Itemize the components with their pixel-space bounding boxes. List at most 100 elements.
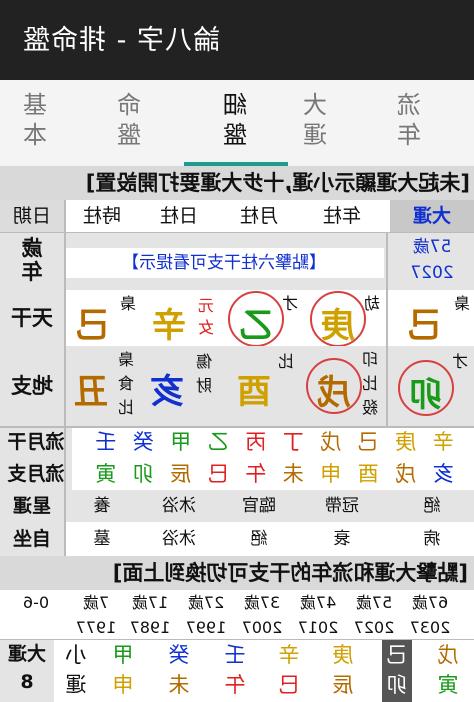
day-stem[interactable]: 元 女 辛 <box>140 290 218 346</box>
day-stem-god-2: 女 <box>197 318 214 337</box>
year-hidden-3: 殺 <box>361 398 378 417</box>
flow-branch-8[interactable]: 酉 <box>350 458 388 490</box>
dayun-list-index: 8 <box>20 671 34 693</box>
self-year: 衰 <box>333 529 351 549</box>
hour-stem-char: 己 <box>76 306 110 346</box>
year-branch[interactable]: 印 比 殺 戌 <box>300 346 384 426</box>
flow-month-stem-label: 流月干 <box>0 426 72 458</box>
month-stem-char: 乙 <box>239 306 273 346</box>
age-2: 17歲 <box>131 593 169 612</box>
tab-basic[interactable]: 基 本 <box>0 90 82 160</box>
month-stem[interactable]: 才 乙 <box>218 290 300 347</box>
flow-branch-7[interactable]: 申 <box>312 458 350 490</box>
tab-liunian[interactable]: 流 年 <box>362 90 456 160</box>
dayun-list-title: 大運 <box>8 643 47 665</box>
dayun-pillar-7[interactable]: 戊 寅 <box>428 640 468 700</box>
mirrored-screen: 論八字 - 排命盤 基 本 命 盤 細 盤 大 運 流 年 [未起大運顯示小運,… <box>0 0 474 702</box>
flow-stem-6[interactable]: 丁 <box>275 426 313 458</box>
tab-chart-label-1: 命 <box>117 91 141 119</box>
dayun-pillar-1[interactable]: 甲 申 <box>98 640 148 700</box>
header-day: 日柱 <box>160 205 199 227</box>
age-row: 歲 年 【點擊六柱干支可看提示】 57歲 2027 <box>0 232 474 290</box>
hour-branch[interactable]: 梟 食 比 丑 <box>64 346 140 426</box>
grid-line-vertical-1 <box>64 200 66 556</box>
dayun-pillar-2[interactable]: 癸 未 <box>154 640 204 700</box>
year-4: 2007 <box>241 618 283 637</box>
flow-branch-4[interactable]: 巳 <box>200 458 238 490</box>
flow-month-stem-list: 壬癸甲乙丙丁戊己庚辛 <box>87 426 462 458</box>
month-branch[interactable]: 比 酉 <box>218 346 300 426</box>
small-yun[interactable]: 小 運 <box>56 640 96 700</box>
flow-stem-10[interactable]: 辛 <box>425 426 463 458</box>
year-stem[interactable]: 劫 庚 <box>300 290 384 347</box>
flow-stem-5[interactable]: 丙 <box>237 426 275 458</box>
dayun-pillar-5[interactable]: 庚 辰 <box>318 640 368 700</box>
tab-chart[interactable]: 命 盤 <box>82 90 176 160</box>
flow-stem-3[interactable]: 甲 <box>162 426 200 458</box>
dayun-pillar-2-stem: 癸 <box>168 643 190 667</box>
self-seat-row: 自坐 墓 沐浴 絕 衰 病 <box>0 522 474 556</box>
flow-branch-9[interactable]: 戌 <box>387 458 425 490</box>
month-stem-god: 才 <box>281 294 298 313</box>
ages-row: 0-6 7歲 17歲 27歲 37歲 47歲 57歲 67歲 <box>0 590 474 616</box>
flow-month-branch-label: 流月支 <box>0 458 72 490</box>
month-branch-char: 酉 <box>237 372 271 412</box>
grid-line-horizontal-2 <box>0 426 474 428</box>
flow-stem-9[interactable]: 庚 <box>387 426 425 458</box>
flow-stem-7[interactable]: 戊 <box>312 426 350 458</box>
star-row-label: 星運 <box>13 495 52 517</box>
year-1: 1977 <box>75 618 117 637</box>
dayun-stem-char: 己 <box>408 306 442 346</box>
hour-stem[interactable]: 梟 己 <box>64 290 140 346</box>
flow-stem-4[interactable]: 乙 <box>200 426 238 458</box>
dayun-branch[interactable]: 才 卯 <box>390 346 474 426</box>
header-dayun: 大運 <box>390 200 474 232</box>
day-stem-god-1: 元 <box>197 296 214 315</box>
tab-chart-label-2: 盤 <box>117 121 141 149</box>
dayun-pillar-3[interactable]: 壬 午 <box>210 640 260 700</box>
year-hidden-1: 印 <box>361 350 378 369</box>
grid-line-horizontal-3 <box>0 639 474 640</box>
dayun-pillar-6-current[interactable]: 己 卯 <box>382 640 412 702</box>
self-seat-row-label: 自坐 <box>0 522 64 556</box>
tab-dayun[interactable]: 大 運 <box>268 90 362 160</box>
hour-hidden-3: 比 <box>117 398 134 417</box>
header-month: 月柱 <box>240 205 279 227</box>
dayun-pillar-4-branch: 巳 <box>278 673 300 697</box>
dayun-year: 2027 <box>410 263 454 283</box>
dayun-hidden-1: 才 <box>451 352 468 371</box>
dayun-age-info[interactable]: 57歲 2027 <box>390 234 474 286</box>
year-5: 2017 <box>297 618 339 637</box>
flow-branch-1[interactable]: 寅 <box>87 458 125 490</box>
dayun-stem[interactable]: 梟 己 <box>390 290 474 346</box>
flow-stem-2[interactable]: 癸 <box>125 426 163 458</box>
age-5: 47歲 <box>299 593 337 612</box>
flow-branch-3[interactable]: 辰 <box>162 458 200 490</box>
flow-branch-10[interactable]: 亥 <box>425 458 463 490</box>
small-yun-bottom: 運 <box>65 673 87 697</box>
stems-row-label: 天干 <box>0 290 64 346</box>
flow-branch-2[interactable]: 卯 <box>125 458 163 490</box>
dayun-pillar-6-branch: 卯 <box>386 673 408 697</box>
flow-branch-5[interactable]: 午 <box>237 458 275 490</box>
star-day: 沐浴 <box>162 496 196 516</box>
tab-dayun-label-1: 大 <box>303 91 327 119</box>
day-hidden-1: 傷 <box>195 352 212 371</box>
tab-bar: 基 本 命 盤 細 盤 大 運 流 年 <box>0 80 474 166</box>
app-title: 論八字 - 排命盤 <box>22 25 220 56</box>
dayun-pillar-7-stem: 戊 <box>437 643 459 667</box>
dayun-pillars-row: 大運 8 小 運 甲 申 癸 未 壬 午 辛 巳 庚 辰 己 卯 戊 寅 <box>0 640 474 702</box>
day-branch[interactable]: 傷 財 亥 <box>140 346 218 426</box>
flow-stem-1[interactable]: 壬 <box>87 426 125 458</box>
age-6: 57歲 <box>355 593 393 612</box>
flow-branch-6[interactable]: 未 <box>275 458 313 490</box>
dayun-pillar-4[interactable]: 辛 巳 <box>264 640 314 700</box>
age-row-label: 歲 年 <box>4 236 60 284</box>
column-header-row: 日期 時柱 日柱 月柱 年柱 大運 <box>0 200 474 232</box>
year-hidden-2: 比 <box>361 374 378 393</box>
star-row: 星運 養 沐浴 臨官 冠帶 絕 <box>0 490 474 522</box>
switch-hint-banner: [點擊大運和流年的干支可切換到上面] <box>0 556 474 590</box>
dayun-branch-char: 卯 <box>409 375 443 415</box>
dayun-pillar-2-branch: 未 <box>168 673 190 697</box>
flow-stem-8[interactable]: 己 <box>350 426 388 458</box>
